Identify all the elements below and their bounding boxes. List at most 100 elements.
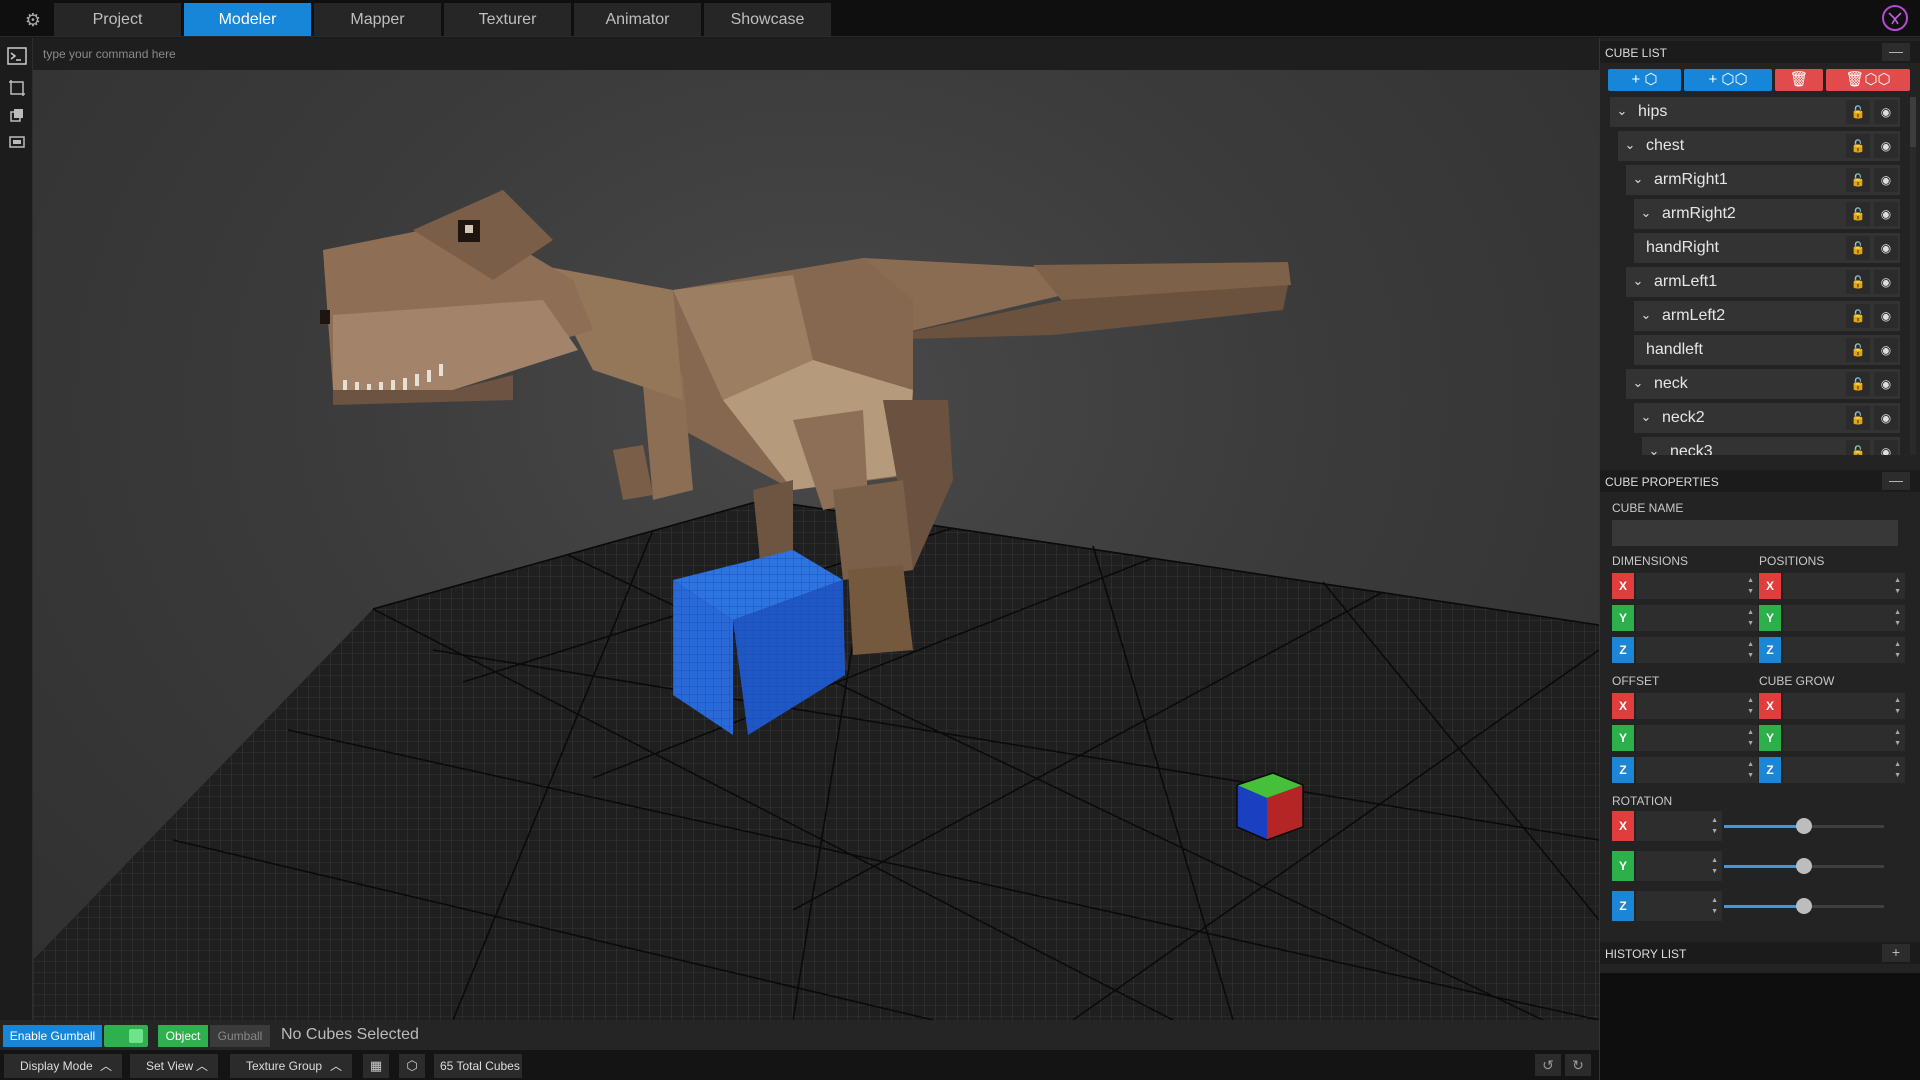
stepper-arrows-icon[interactable]: ▲ ▼ [1747,727,1754,749]
cube-list-item[interactable]: ⌄ armLeft1 🔓 ◉ [1626,267,1900,297]
view-orientation-cube[interactable] [1236,772,1304,841]
expand-icon[interactable]: + [1882,944,1910,962]
lock-icon[interactable]: 🔓 [1846,100,1870,124]
cube-list-item[interactable]: ⌄ armLeft2 🔓 ◉ [1634,301,1900,331]
cube-name-input[interactable] [1612,520,1898,546]
lock-icon[interactable]: 🔓 [1846,372,1870,396]
add-child-cube-button[interactable]: + ⬡⬡ [1684,69,1772,91]
enable-gumball-button[interactable]: Enable Gumball [3,1025,102,1047]
display-mode-button[interactable]: Display Mode ︿ [4,1054,122,1078]
lock-icon[interactable]: 🔓 [1846,168,1870,192]
cube-list-item[interactable]: ⌄ chest 🔓 ◉ [1618,131,1900,161]
chevron-down-icon[interactable]: ⌄ [1622,137,1638,153]
eye-icon[interactable]: ◉ [1874,202,1898,226]
offset-z-input[interactable]: ▲ ▼ [1636,757,1758,783]
gear-icon[interactable]: ⚙ [18,8,48,32]
eye-icon[interactable]: ◉ [1874,100,1898,124]
object-mode-button[interactable]: Object [158,1025,208,1047]
stepper-arrows-icon[interactable]: ▲ ▼ [1711,895,1718,917]
dimension-y-input[interactable]: ▲ ▼ [1636,605,1758,631]
lock-icon[interactable]: 🔓 [1846,304,1870,328]
eye-icon[interactable]: ◉ [1874,134,1898,158]
delete-cube-button[interactable]: 🗑 [1775,69,1823,91]
position-z-input[interactable]: ▲ ▼ [1783,637,1905,663]
gumball-toggle[interactable] [104,1025,148,1047]
rotation-z-input[interactable]: ▲ ▼ [1636,891,1722,921]
slider-thumb[interactable] [1796,898,1812,914]
add-cube-button[interactable]: + ⬡ [1608,69,1681,91]
eye-icon[interactable]: ◉ [1874,440,1898,455]
scene-render[interactable] [33,70,1599,1020]
chevron-down-icon[interactable]: ⌄ [1630,171,1646,187]
stepper-arrows-icon[interactable]: ▲ ▼ [1894,639,1901,661]
rotation-y-slider[interactable] [1724,858,1884,874]
eye-icon[interactable]: ◉ [1874,236,1898,260]
stepper-arrows-icon[interactable]: ▲ ▼ [1747,607,1754,629]
stepper-arrows-icon[interactable]: ▲ ▼ [1894,727,1901,749]
lock-icon[interactable]: 🔓 [1846,236,1870,260]
lock-icon[interactable]: 🔓 [1846,440,1870,455]
eye-icon[interactable]: ◉ [1874,338,1898,362]
chevron-down-icon[interactable]: ⌄ [1630,375,1646,391]
scrollbar-thumb[interactable] [1910,97,1916,147]
stepper-arrows-icon[interactable]: ▲ ▼ [1747,639,1754,661]
stepper-arrows-icon[interactable]: ▲ ▼ [1894,695,1901,717]
stepper-arrows-icon[interactable]: ▲ ▼ [1894,575,1901,597]
stepper-arrows-icon[interactable]: ▲ ▼ [1747,759,1754,781]
tab-project[interactable]: Project [54,3,181,36]
cube-list-item[interactable]: ⌄ armRight1 🔓 ◉ [1626,165,1900,195]
app-logo-icon[interactable] [1882,5,1908,31]
stepper-arrows-icon[interactable]: ▲ ▼ [1747,695,1754,717]
undo-icon[interactable]: ↺ [1535,1054,1561,1076]
tab-showcase[interactable]: Showcase [704,3,831,36]
lock-icon[interactable]: 🔓 [1846,406,1870,430]
gumball-mode-button[interactable]: Gumball [210,1025,270,1047]
cube-grow-x-input[interactable]: ▲ ▼ [1783,693,1905,719]
tab-animator[interactable]: Animator [574,3,701,36]
collapse-icon[interactable]: — [1882,43,1910,61]
stepper-arrows-icon[interactable]: ▲ ▼ [1747,575,1754,597]
dimension-z-input[interactable]: ▲ ▼ [1636,637,1758,663]
rotation-x-input[interactable]: ▲ ▼ [1636,811,1722,841]
redo-icon[interactable]: ↻ [1565,1054,1591,1076]
cube-list-item[interactable]: handleft 🔓 ◉ [1634,335,1900,365]
cube-icon[interactable]: ⬡ [399,1054,425,1078]
rotation-y-input[interactable]: ▲ ▼ [1636,851,1722,881]
chevron-down-icon[interactable]: ⌄ [1614,103,1630,119]
crop-select-icon[interactable] [7,78,27,98]
cube-list-item[interactable]: handRight 🔓 ◉ [1634,233,1900,263]
texture-group-button[interactable]: Texture Group ︿ [230,1054,352,1078]
offset-y-input[interactable]: ▲ ▼ [1636,725,1758,751]
chevron-down-icon[interactable]: ⌄ [1638,409,1654,425]
slider-thumb[interactable] [1796,818,1812,834]
cube-list-item[interactable]: ⌄ hips 🔓 ◉ [1610,97,1900,127]
rotation-x-slider[interactable] [1724,818,1884,834]
image-icon[interactable] [7,132,27,152]
collapse-icon[interactable]: — [1882,472,1910,490]
tab-modeler[interactable]: Modeler [184,3,311,36]
cube-list-item[interactable]: ⌄ neck 🔓 ◉ [1626,369,1900,399]
stepper-arrows-icon[interactable]: ▲ ▼ [1711,855,1718,877]
eye-icon[interactable]: ◉ [1874,372,1898,396]
cube-list-scrollbar[interactable] [1910,97,1916,455]
lock-icon[interactable]: 🔓 [1846,202,1870,226]
position-x-input[interactable]: ▲ ▼ [1783,573,1905,599]
eye-icon[interactable]: ◉ [1874,406,1898,430]
tab-mapper[interactable]: Mapper [314,3,441,36]
eye-icon[interactable]: ◉ [1874,304,1898,328]
cube-list-item[interactable]: ⌄ neck3 🔓 ◉ [1642,437,1900,455]
copy-icon[interactable] [7,105,27,125]
chevron-down-icon[interactable]: ⌄ [1638,307,1654,323]
lock-icon[interactable]: 🔓 [1846,134,1870,158]
delete-hierarchy-button[interactable]: 🗑⬡⬡ [1826,69,1910,91]
grid-view-icon[interactable]: ▦ [363,1054,389,1078]
cube-grow-z-input[interactable]: ▲ ▼ [1783,757,1905,783]
stepper-arrows-icon[interactable]: ▲ ▼ [1711,815,1718,837]
slider-thumb[interactable] [1796,858,1812,874]
chevron-down-icon[interactable]: ⌄ [1630,273,1646,289]
lock-icon[interactable]: 🔓 [1846,270,1870,294]
terminal-icon[interactable] [7,46,27,66]
stepper-arrows-icon[interactable]: ▲ ▼ [1894,607,1901,629]
3d-viewport[interactable] [33,70,1599,1020]
chevron-down-icon[interactable]: ⌄ [1646,443,1662,455]
